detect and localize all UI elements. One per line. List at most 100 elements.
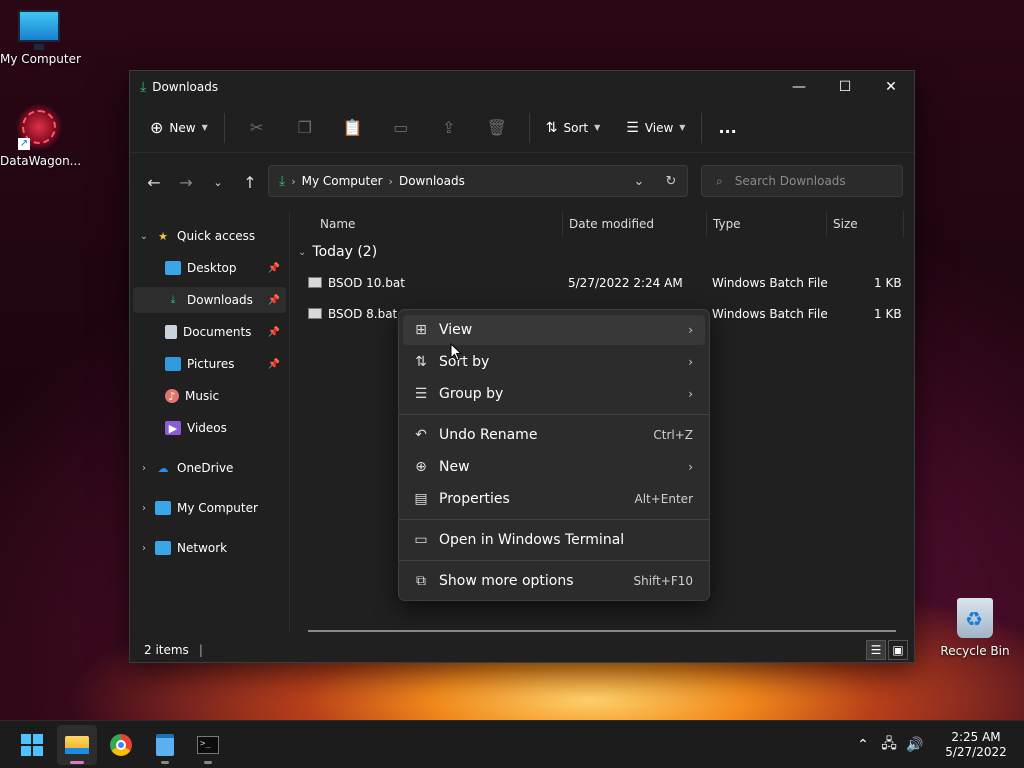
desktop-icon-my-computer[interactable]: My Computer (0, 10, 81, 66)
up-arrow-icon[interactable]: ↑ (234, 166, 266, 198)
rename-icon[interactable]: ▭ (377, 112, 425, 144)
desktop-icon (165, 261, 181, 275)
desktop-icon-datawagon[interactable]: ↗ DataWagon... (0, 104, 81, 168)
desktop-icon-recycle-bin[interactable]: Recycle Bin (936, 598, 1014, 658)
sidebar-item-quick-access[interactable]: ⌄ ★ Quick access (133, 223, 286, 249)
pin-icon[interactable]: 📌 (268, 263, 280, 274)
menu-item-label: View (439, 322, 473, 338)
sort-icon: ⇅ (415, 354, 427, 370)
sidebar-item-videos[interactable]: ▶ Videos (133, 415, 286, 441)
menu-item-label: Group by (439, 386, 504, 402)
share-icon[interactable]: ⇪ (425, 112, 473, 144)
menu-item-open-terminal[interactable]: ▭ Open in Windows Terminal (403, 525, 705, 555)
close-button[interactable]: ✕ (868, 71, 914, 103)
breadcrumb-downloads[interactable]: Downloads (399, 174, 465, 188)
windows-logo-icon (21, 734, 43, 756)
menu-item-group-by[interactable]: ☰ Group by › (403, 379, 705, 409)
tiles-view-icon[interactable]: ▣ (888, 640, 908, 660)
sidebar-item-onedrive[interactable]: › ☁ OneDrive (133, 455, 286, 481)
running-indicator (161, 761, 169, 764)
network-status-icon[interactable]: 🖧 (876, 733, 902, 757)
column-header-size[interactable]: Size (826, 211, 904, 237)
column-header-type[interactable]: Type (706, 211, 826, 237)
menu-item-new[interactable]: ⊕ New › (403, 452, 705, 482)
status-divider: | (198, 643, 203, 657)
file-name-cell: BSOD 10.bat (308, 276, 405, 290)
download-icon: ⤓ (279, 173, 286, 189)
taskbar-app-file-explorer[interactable] (57, 725, 97, 765)
status-bar: 2 items | ☰ ▣ (130, 638, 914, 662)
taskbar-app-notepad[interactable] (145, 725, 185, 765)
clock[interactable]: 2:25 AM 5/27/2022 (934, 730, 1018, 760)
volume-icon[interactable]: 🔊 (902, 737, 928, 753)
file-row[interactable]: BSOD 10.bat 5/27/2022 2:24 AM Windows Ba… (302, 270, 902, 296)
paste-icon[interactable]: 📋 (329, 112, 377, 144)
minimize-button[interactable]: — (776, 71, 822, 103)
sidebar-item-downloads[interactable]: ⤓ Downloads 📌 (133, 287, 286, 313)
maximize-button[interactable]: ☐ (822, 71, 868, 103)
more-options-button[interactable]: ... (710, 112, 744, 144)
copy-icon[interactable]: ❐ (281, 112, 329, 144)
sidebar-item-network[interactable]: › Network (133, 535, 286, 561)
breadcrumb-my-computer[interactable]: My Computer (302, 174, 383, 188)
pictures-icon (165, 357, 181, 371)
search-placeholder: Search Downloads (734, 174, 846, 188)
chevron-down-icon[interactable]: ⌄ (133, 231, 155, 242)
view-list-icon: ☰ (626, 119, 639, 136)
sidebar-item-documents[interactable]: Documents 📌 (133, 319, 286, 345)
sort-button[interactable]: ⇅ Sort ▼ (538, 112, 609, 144)
star-icon: ★ (158, 229, 168, 243)
sidebar-item-music[interactable]: ♪ Music (133, 383, 286, 409)
chevron-right-icon[interactable]: › (133, 543, 155, 554)
sidebar-item-label: Downloads (187, 293, 253, 307)
search-input[interactable]: ⌕ Search Downloads (701, 165, 903, 197)
refresh-icon[interactable]: ↻ (655, 166, 687, 196)
new-button[interactable]: ⊕ New ▼ (142, 112, 216, 144)
cut-icon[interactable]: ✂ (233, 112, 281, 144)
plus-icon: ⊕ (415, 459, 427, 475)
title-bar[interactable]: ⤓ Downloads — ☐ ✕ (130, 71, 914, 103)
view-label: View (644, 120, 674, 135)
toolbar-divider (223, 112, 225, 143)
file-size: 1 KB (874, 276, 902, 290)
pin-icon[interactable]: 📌 (268, 359, 280, 370)
column-headers: Name Date modified Type Size (290, 211, 906, 237)
command-bar: ⊕ New ▼ ✂ ❐ 📋 ▭ ⇪ 🗑 ⇅ Sort ▼ ☰ View ▼ ..… (130, 103, 914, 153)
menu-item-view[interactable]: ⊞ View › (403, 315, 705, 345)
details-view-icon[interactable]: ☰ (866, 640, 886, 660)
chevron-right-icon[interactable]: › (133, 503, 155, 514)
context-menu: ⊞ View › ⇅ Sort by › ☰ Group by › ↶ Undo… (398, 309, 710, 601)
pin-icon[interactable]: 📌 (268, 295, 280, 306)
menu-item-sort-by[interactable]: ⇅ Sort by › (403, 347, 705, 377)
view-button[interactable]: ☰ View ▼ (618, 112, 693, 144)
sidebar-item-my-computer[interactable]: › My Computer (133, 495, 286, 521)
delete-icon[interactable]: 🗑 (473, 112, 521, 144)
address-bar[interactable]: ⤓ › My Computer › Downloads ⌄ ↻ (268, 165, 688, 197)
menu-item-properties[interactable]: ▤ Properties Alt+Enter (403, 484, 705, 514)
taskbar-app-chrome[interactable] (101, 725, 141, 765)
toolbar-divider (528, 112, 530, 143)
column-header-date[interactable]: Date modified (562, 211, 706, 237)
sidebar-item-desktop[interactable]: Desktop 📌 (133, 255, 286, 281)
taskbar-app-terminal[interactable]: >_ (188, 725, 228, 765)
recent-locations-chevron-icon[interactable]: ⌄ (202, 166, 234, 198)
chevron-right-icon: › (688, 355, 693, 369)
menu-item-undo-rename[interactable]: ↶ Undo Rename Ctrl+Z (403, 420, 705, 450)
music-icon: ♪ (165, 389, 179, 403)
back-arrow-icon[interactable]: ← (138, 166, 170, 198)
horizontal-scrollbar[interactable] (308, 630, 896, 632)
sidebar-item-label: Desktop (187, 261, 237, 275)
menu-item-show-more-options[interactable]: ⧉ Show more options Shift+F10 (403, 566, 705, 596)
properties-icon: ▤ (414, 491, 428, 507)
start-button[interactable] (12, 725, 52, 765)
chevron-right-icon[interactable]: › (133, 463, 155, 474)
pin-icon[interactable]: 📌 (268, 327, 280, 338)
sidebar-item-pictures[interactable]: Pictures 📌 (133, 351, 286, 377)
show-hidden-icons-chevron-icon[interactable]: ⌃ (850, 737, 876, 753)
forward-arrow-icon[interactable]: → (170, 166, 202, 198)
address-dropdown-icon[interactable]: ⌄ (623, 166, 655, 196)
group-header-today[interactable]: ⌄ Today (2) (298, 244, 377, 260)
sidebar-item-label: Videos (187, 421, 227, 435)
terminal-icon: ▭ (414, 532, 428, 548)
menu-separator (399, 560, 709, 561)
